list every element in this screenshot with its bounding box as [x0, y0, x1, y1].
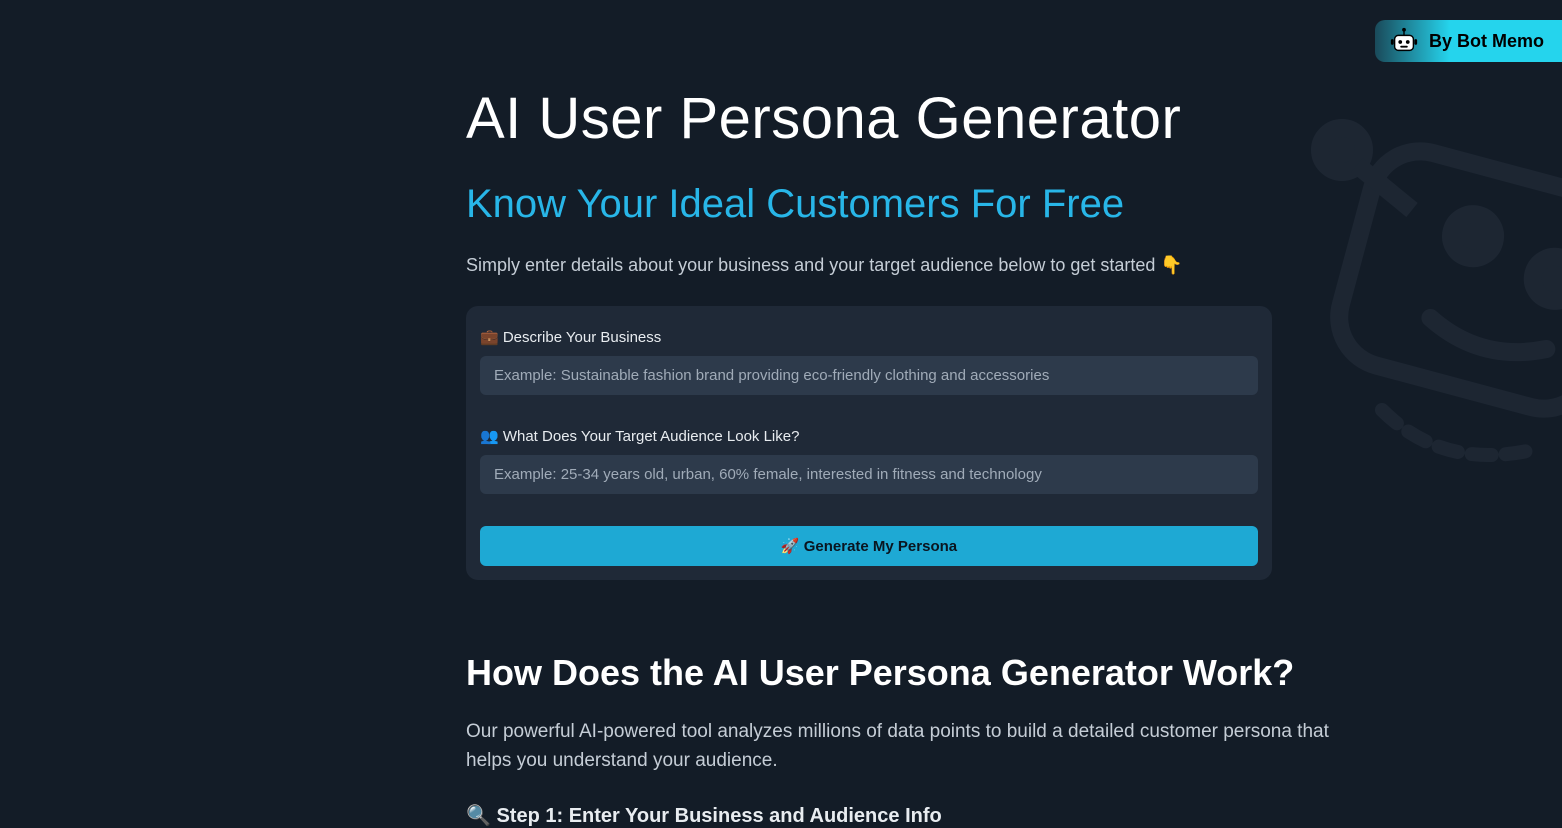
intro-text: Simply enter details about your business…	[466, 255, 1331, 276]
generate-button[interactable]: 🚀 Generate My Persona	[480, 526, 1258, 566]
audience-label: 👥 What Does Your Target Audience Look Li…	[480, 427, 1258, 445]
robot-icon	[1389, 26, 1419, 56]
how-it-works-heading: How Does the AI User Persona Generator W…	[466, 652, 1331, 694]
brand-badge[interactable]: By Bot Memo	[1375, 20, 1562, 62]
persona-form: 💼 Describe Your Business 👥 What Does You…	[466, 306, 1272, 580]
how-it-works-description: Our powerful AI-powered tool analyzes mi…	[466, 718, 1331, 775]
audience-input[interactable]	[480, 455, 1258, 494]
page-title: AI User Persona Generator	[466, 85, 1331, 152]
brand-badge-text: By Bot Memo	[1429, 31, 1544, 52]
business-input[interactable]	[480, 356, 1258, 395]
business-label: 💼 Describe Your Business	[480, 328, 1258, 346]
page-subtitle: Know Your Ideal Customers For Free	[466, 182, 1331, 227]
step-1-heading: 🔍 Step 1: Enter Your Business and Audien…	[466, 803, 1331, 828]
